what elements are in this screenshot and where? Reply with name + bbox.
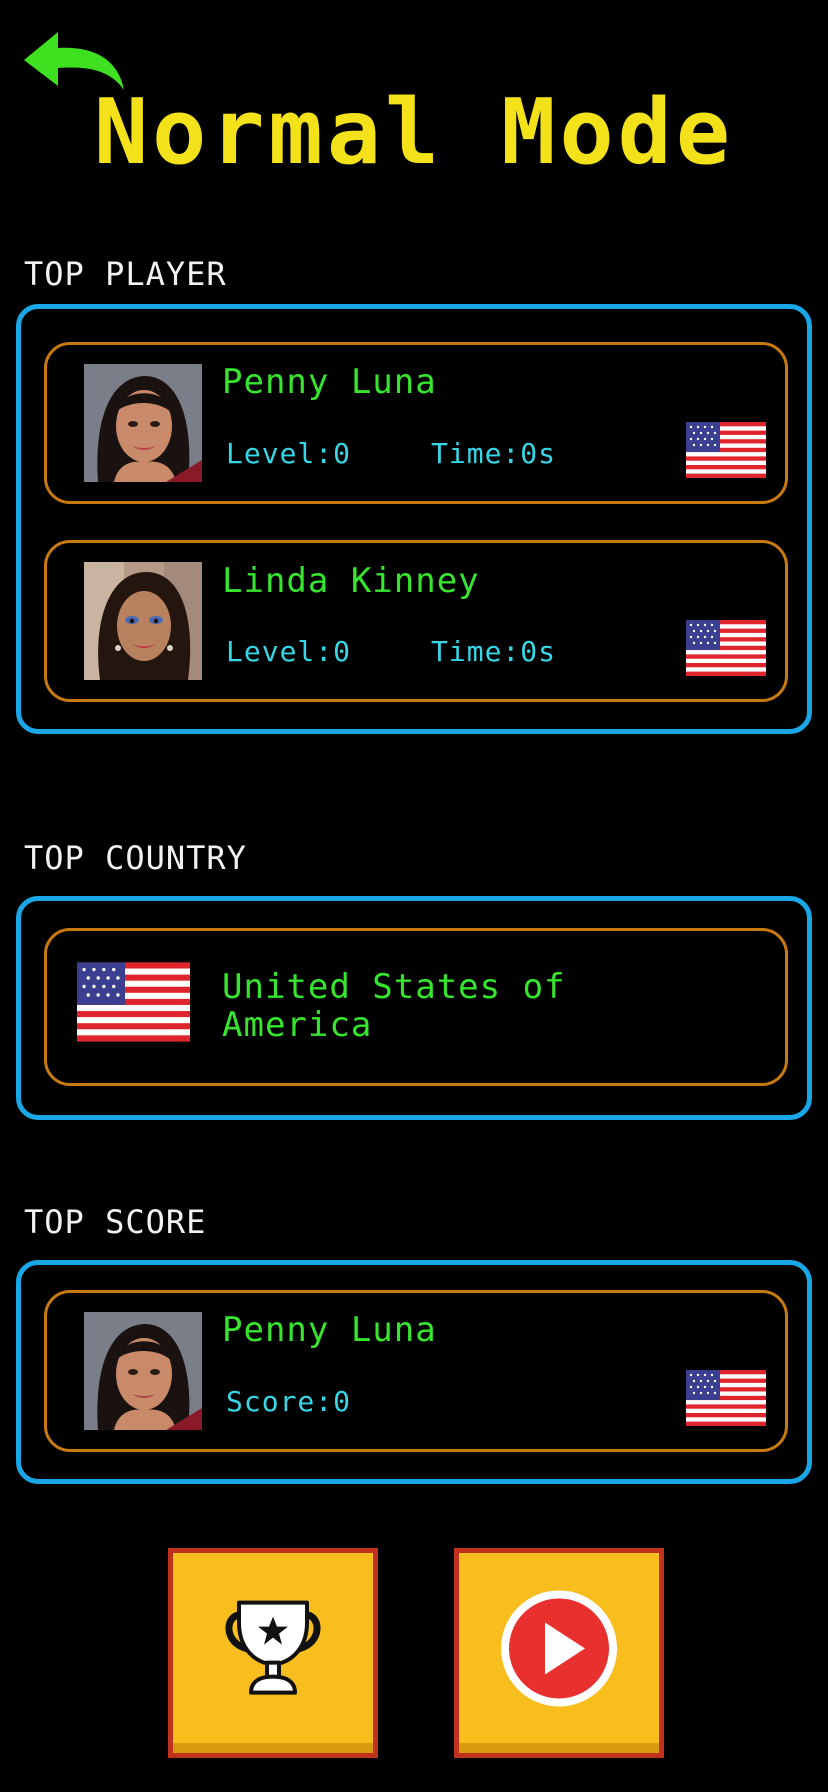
player-name: Penny Luna — [222, 362, 437, 402]
leaderboard-button[interactable] — [168, 1548, 378, 1758]
player-level: Level:0 — [226, 635, 352, 668]
play-icon — [497, 1586, 621, 1714]
player-name: Penny Luna — [222, 1310, 437, 1350]
player-score: Score:0 — [226, 1385, 352, 1418]
country-name: United States of America — [222, 967, 566, 1045]
player-avatar — [84, 1312, 202, 1430]
player-avatar — [84, 364, 202, 482]
us-flag-icon — [686, 620, 766, 676]
us-flag-icon — [686, 1370, 766, 1426]
trophy-icon — [217, 1593, 329, 1709]
page-title: Normal Mode — [93, 80, 735, 185]
player-level: Level:0 — [226, 437, 352, 470]
top-score-label: TOP SCORE — [24, 1203, 207, 1241]
player-name: Linda Kinney — [222, 561, 480, 601]
player-avatar — [84, 562, 202, 680]
us-flag-icon — [77, 962, 190, 1042]
player-time: Time:0s — [431, 437, 557, 470]
play-button[interactable] — [454, 1548, 664, 1758]
top-player-label: TOP PLAYER — [24, 255, 227, 293]
player-time: Time:0s — [431, 635, 557, 668]
us-flag-icon — [686, 422, 766, 478]
top-country-label: TOP COUNTRY — [24, 839, 247, 877]
